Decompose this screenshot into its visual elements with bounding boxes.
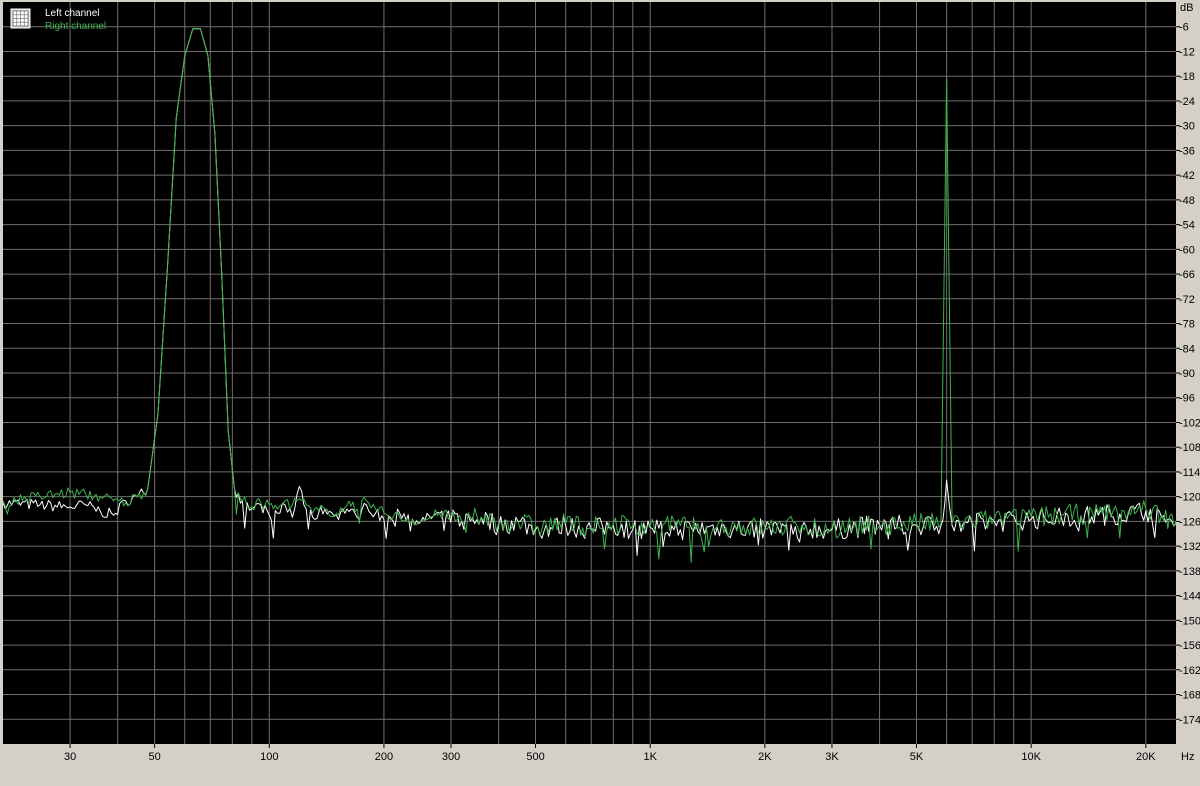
- y-tick-label: -114: [1179, 467, 1200, 479]
- y-tick-label: -90: [1179, 368, 1195, 380]
- y-tick-label: -150: [1179, 615, 1200, 627]
- x-tick-label: 3K: [825, 751, 839, 763]
- y-tick-label: -138: [1179, 566, 1200, 578]
- y-tick-label: -78: [1179, 319, 1195, 331]
- y-unit-label: dB: [1180, 2, 1193, 14]
- x-tick-label: 1K: [643, 751, 657, 763]
- y-tick-label: -12: [1179, 46, 1195, 58]
- x-tick-label: 200: [375, 751, 393, 763]
- y-tick-label: -48: [1179, 195, 1195, 207]
- y-tick-label: -18: [1179, 71, 1195, 83]
- y-tick-label: -132: [1179, 541, 1200, 553]
- y-axis-ticks: -6 -12 -18 -24 -30 -36 -42 -48 -54 -60 -66 -72 -78 -8…: [1176, 22, 1200, 726]
- y-tick-label: -156: [1179, 640, 1200, 652]
- y-tick-label: -120: [1179, 492, 1200, 504]
- x-tick-label: 10K: [1021, 751, 1041, 763]
- y-tick-label: -174: [1179, 714, 1200, 726]
- y-tick-label: -60: [1179, 244, 1195, 256]
- y-tick-label: -24: [1179, 96, 1195, 108]
- spectrum-chart-svg: -6 -12 -18 -24 -30 -36 -42 -48 -54 -60 -66 -72 -78 -8…: [3, 2, 1200, 763]
- x-tick-label: 50: [148, 751, 160, 763]
- legend-entry-right-channel: Right channel: [45, 21, 106, 32]
- y-tick-label: -108: [1179, 442, 1200, 454]
- x-tick-label: 30: [64, 751, 76, 763]
- y-tick-label: -42: [1179, 170, 1195, 182]
- y-tick-label: -84: [1179, 343, 1195, 355]
- x-tick-label: 500: [526, 751, 544, 763]
- grid-icon[interactable]: [10, 8, 31, 29]
- y-tick-label: -54: [1179, 220, 1195, 232]
- y-tick-label: -72: [1179, 294, 1195, 306]
- y-tick-label: -126: [1179, 516, 1200, 528]
- spectrum-chart: -6 -12 -18 -24 -30 -36 -42 -48 -54 -60 -66 -72 -78 -8…: [0, 0, 1200, 786]
- y-tick-label: -96: [1179, 393, 1195, 405]
- y-tick-label: -66: [1179, 269, 1195, 281]
- y-tick-label: -30: [1179, 121, 1195, 133]
- x-tick-label: 300: [442, 751, 460, 763]
- y-tick-label: -144: [1179, 591, 1200, 603]
- y-tick-label: -102: [1179, 417, 1200, 429]
- x-axis-ticks: 30 50 100 200 300 500 1K 2K 3K 5K 10K 20K: [64, 744, 1156, 763]
- x-tick-label: 20K: [1136, 751, 1156, 763]
- x-tick-label: 2K: [758, 751, 772, 763]
- y-tick-label: -6: [1179, 22, 1189, 34]
- legend-entry-left-channel: Left channel: [45, 8, 100, 19]
- x-tick-label: 100: [260, 751, 278, 763]
- x-unit-label: Hz: [1181, 751, 1194, 763]
- x-tick-label: 5K: [910, 751, 924, 763]
- y-tick-label: -168: [1179, 690, 1200, 702]
- y-tick-label: -162: [1179, 665, 1200, 677]
- y-tick-label: -36: [1179, 145, 1195, 157]
